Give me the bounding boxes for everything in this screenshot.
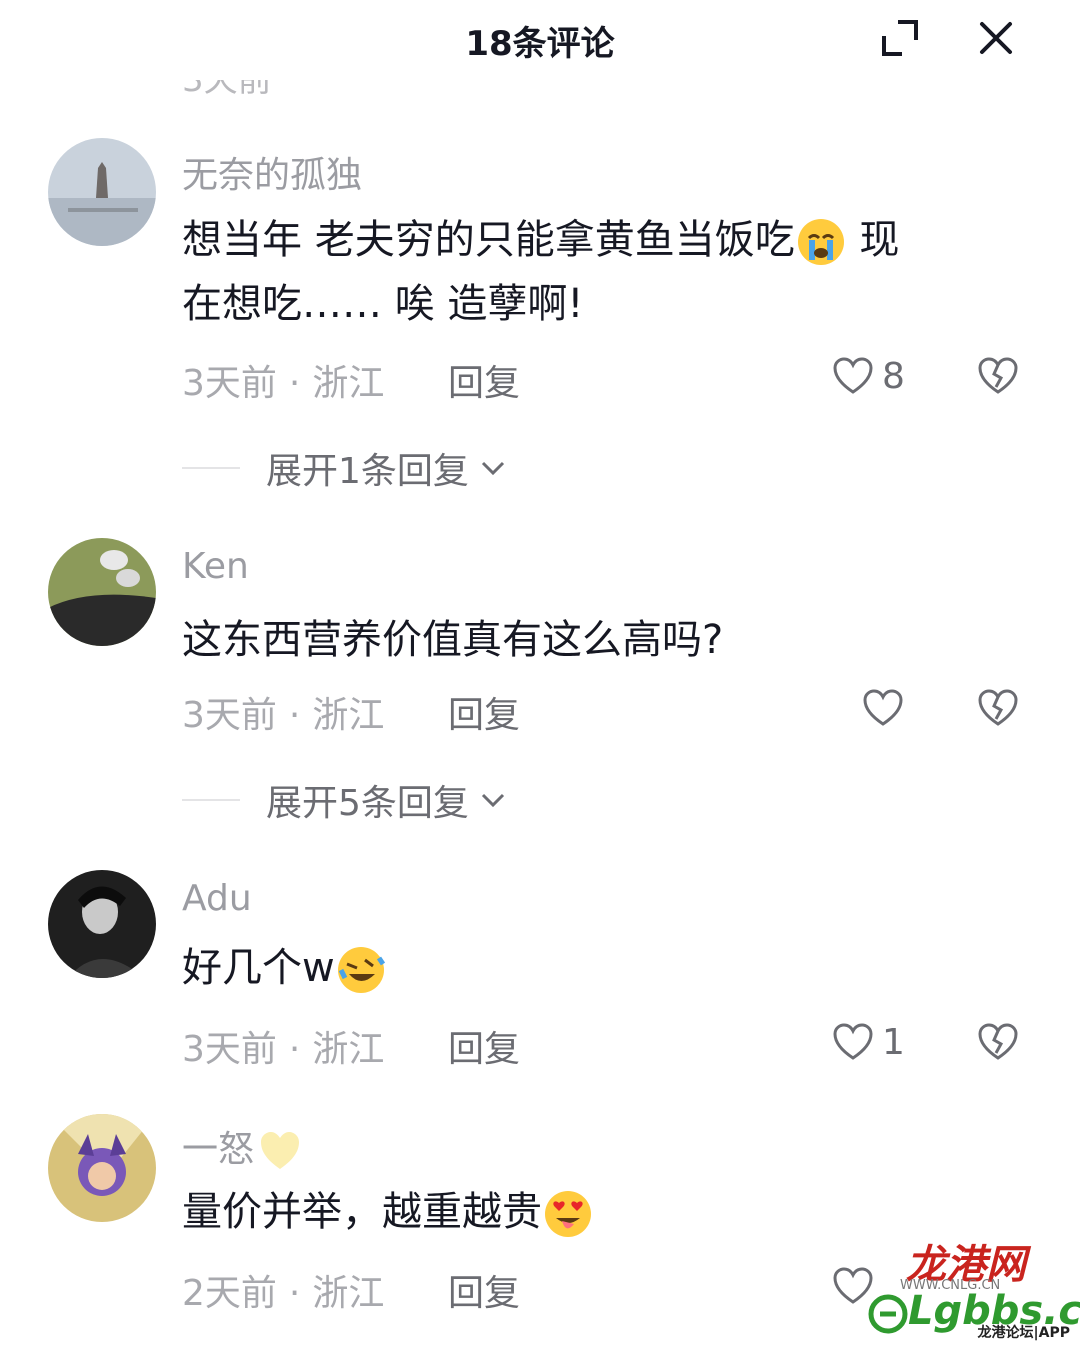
yellow-heart-emoji — [258, 1129, 302, 1173]
fullscreen-icon[interactable] — [876, 14, 924, 62]
heart-icon — [833, 357, 873, 394]
comment-time: 3天前 — [182, 695, 277, 736]
comment-meta: 3天前 · 浙江 — [182, 1020, 384, 1072]
rolling-laughing-emoji — [335, 944, 387, 996]
crying-face-emoji — [795, 216, 847, 268]
heart-eyes-tongue-emoji — [542, 1188, 594, 1240]
comment-meta: 2天前 · 浙江 — [182, 1264, 384, 1316]
expand-replies-label: 展开1条回复 — [266, 451, 469, 492]
chevron-down-icon — [481, 793, 504, 808]
like-count: 1 — [882, 1021, 905, 1063]
comment-location: 浙江 — [312, 1273, 385, 1314]
comment-meta: 3天前 · 浙江 — [182, 686, 384, 738]
watermark-subtitle: 龙港论坛|APP — [977, 1325, 1070, 1341]
username[interactable]: 一怒 — [182, 1120, 302, 1173]
avatar[interactable] — [48, 1114, 156, 1222]
meta-separator: · — [288, 1029, 301, 1070]
comment-meta: 3天前 · 浙江 — [182, 354, 384, 406]
username[interactable]: Adu — [182, 878, 252, 919]
comment-location: 浙江 — [312, 1029, 385, 1070]
comments-header: 18条评论 — [0, 0, 1080, 80]
username[interactable]: 无奈的孤独 — [182, 146, 362, 198]
comment-location: 浙江 — [312, 695, 385, 736]
heart-icon — [863, 689, 903, 726]
heart-icon — [833, 1023, 873, 1060]
comment-text: 好几个w — [182, 936, 1022, 1000]
avatar[interactable] — [48, 870, 156, 978]
watermark-logo-icon — [868, 1294, 908, 1334]
broken-heart-icon[interactable] — [976, 354, 1020, 398]
avatar[interactable] — [48, 538, 156, 646]
comment-time: 2天前 — [182, 1273, 277, 1314]
comment-time: 3天前 — [182, 363, 277, 404]
broken-heart-icon[interactable] — [976, 1020, 1020, 1064]
like-count: 8 — [882, 355, 905, 397]
comment-text: 想当年 老夫穷的只能拿黄鱼当饭吃 现 在想吃…… 唉 造孽啊! — [182, 208, 1022, 336]
divider-line — [182, 799, 240, 801]
broken-heart-icon[interactable] — [976, 686, 1020, 730]
comment-text-content: 量价并举，越重越贵 — [182, 1189, 542, 1235]
comment-time: 3天前 — [182, 1029, 277, 1070]
divider-line — [182, 467, 240, 469]
avatar[interactable] — [48, 138, 156, 246]
close-icon[interactable] — [972, 14, 1020, 62]
comment-text: 这东西营养价值真有这么高吗? — [182, 617, 724, 663]
comment-text-line1-tail: 现 — [846, 217, 900, 263]
reply-button[interactable]: 回复 — [448, 354, 520, 406]
meta-separator: · — [288, 1273, 301, 1314]
comment-text-content: 好几个w — [182, 945, 335, 991]
reply-button[interactable]: 回复 — [448, 1264, 520, 1316]
like-button[interactable]: 8 — [832, 352, 905, 400]
watermark: 龙港网 WWW.CNLG.CN Lgbbs.cn 龙港论坛|APP — [860, 1226, 1080, 1346]
comment-location: 浙江 — [312, 363, 385, 404]
like-button[interactable] — [862, 684, 912, 732]
meta-separator: · — [288, 695, 301, 736]
username-text: 一怒 — [182, 1129, 255, 1170]
meta-separator: · — [288, 363, 301, 404]
expand-replies-button[interactable]: 展开1条回复 — [182, 442, 507, 494]
comment-text-line2: 在想吃…… 唉 造孽啊! — [182, 281, 584, 327]
expand-replies-label: 展开5条回复 — [266, 783, 469, 824]
reply-button[interactable]: 回复 — [448, 1020, 520, 1072]
expand-replies-button[interactable]: 展开5条回复 — [182, 774, 507, 826]
chevron-down-icon — [481, 461, 504, 476]
username[interactable]: Ken — [182, 546, 249, 587]
like-button[interactable]: 1 — [832, 1018, 905, 1066]
comment-text-line1: 想当年 老夫穷的只能拿黄鱼当饭吃 — [182, 217, 795, 263]
reply-button[interactable]: 回复 — [448, 686, 520, 738]
